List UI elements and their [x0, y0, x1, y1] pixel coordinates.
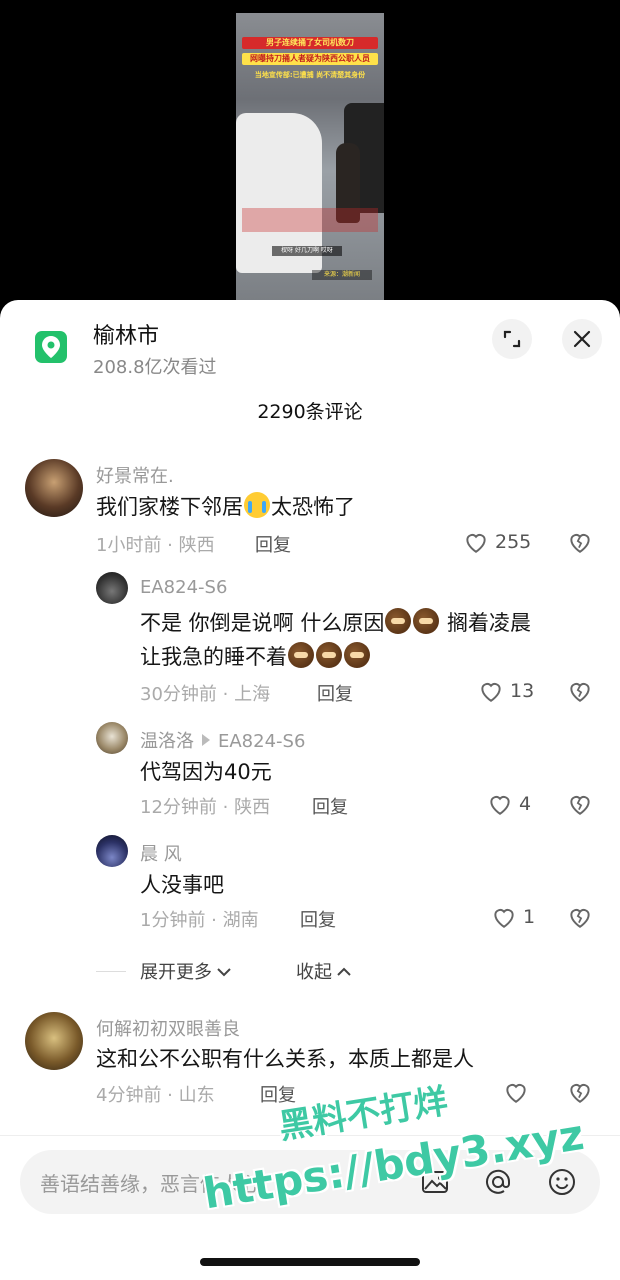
coffee-emoji-icon: [413, 608, 440, 634]
view-count: 208.8亿次看过: [93, 357, 217, 378]
avatar[interactable]: [96, 835, 128, 867]
coffee-emoji-icon: [344, 642, 370, 668]
dislike-button[interactable]: [567, 529, 593, 555]
heart-icon: [466, 534, 486, 553]
comment-text-part: 让我急的睡不着: [140, 645, 287, 669]
video-banner-1: 男子连续捅了女司机数刀: [242, 37, 378, 49]
dislike-button[interactable]: [567, 678, 593, 704]
broken-heart-icon: [570, 909, 590, 928]
chevron-up-icon: [337, 967, 351, 976]
like-button[interactable]: 4: [487, 791, 537, 817]
reply-to-username: EA824-S6: [218, 731, 306, 752]
comment-time-location: 1分钟前 · 湖南: [140, 910, 259, 931]
comment-text[interactable]: 代驾因为40元: [140, 755, 272, 789]
video-caption-band: [242, 208, 378, 232]
expand-more-button[interactable]: 展开更多: [140, 958, 232, 984]
chevron-down-icon: [217, 968, 231, 977]
emoji-icon[interactable]: [547, 1167, 577, 1197]
home-indicator[interactable]: [200, 1258, 420, 1266]
like-button[interactable]: [503, 1079, 533, 1105]
avatar[interactable]: [25, 1012, 83, 1070]
comment-text[interactable]: 这和公不公职有什么关系，本质上都是人: [96, 1042, 474, 1076]
avatar[interactable]: [25, 459, 83, 517]
comment-text[interactable]: 我们家楼下邻居 太恐怖了: [96, 490, 355, 524]
like-button[interactable]: 255: [463, 529, 543, 555]
reply-to-arrow-icon: [202, 734, 210, 746]
coffee-emoji-icon: [316, 642, 342, 668]
comment-text-part: 不是 你倒是说啊 什么原因: [140, 611, 385, 635]
like-button[interactable]: 1: [491, 904, 536, 930]
comment-username[interactable]: 何解初初双眼善良: [96, 1015, 240, 1041]
heart-icon: [506, 1084, 526, 1103]
comment-count: 2290条评论: [257, 401, 363, 423]
collapse-button[interactable]: 收起: [296, 958, 352, 984]
video-thumbnail[interactable]: 男子连续捅了女司机数刀 网曝持刀捅人者疑为陕西公职人员 当地宣传部:已遭捕 尚不…: [236, 13, 384, 300]
comment-text-part: 太恐怖了: [271, 495, 355, 519]
broken-heart-icon: [570, 683, 590, 702]
like-count: 1: [523, 906, 536, 928]
broken-heart-icon: [570, 534, 590, 553]
comment-time-location: 4分钟前 · 山东: [96, 1085, 215, 1106]
heart-icon: [481, 683, 501, 702]
video-banner-3: 当地宣传部:已遭捕 尚不清楚其身份: [254, 71, 366, 79]
dislike-button[interactable]: [567, 1079, 593, 1105]
video-source-label: 来源：潮新闻: [312, 270, 372, 280]
close-icon: [573, 330, 591, 348]
dislike-button[interactable]: [567, 791, 593, 817]
reply-button[interactable]: 回复: [300, 906, 336, 932]
reply-button[interactable]: 回复: [317, 680, 353, 706]
reply-button[interactable]: 回复: [255, 531, 291, 557]
like-count: 4: [519, 793, 532, 815]
expand-more-label: 展开更多: [140, 962, 212, 983]
like-count: 13: [510, 680, 535, 702]
close-button[interactable]: [562, 319, 602, 359]
comment-text[interactable]: 不是 你倒是说啊 什么原因 搁着凌晨: [140, 606, 531, 640]
like-count: 255: [495, 531, 532, 553]
comment-username[interactable]: 好景常在.: [96, 462, 174, 488]
reply-button[interactable]: 回复: [312, 793, 348, 819]
dislike-button[interactable]: [567, 904, 593, 930]
coffee-emoji-icon: [288, 642, 314, 668]
crying-emoji-icon: [244, 492, 270, 518]
thread-divider: [96, 971, 126, 972]
avatar[interactable]: [96, 572, 128, 604]
avatar[interactable]: [96, 722, 128, 754]
heart-icon: [494, 909, 514, 928]
collapse-label: 收起: [296, 962, 332, 983]
like-button[interactable]: 13: [478, 678, 538, 704]
comment-text-line2[interactable]: 让我急的睡不着: [140, 640, 371, 674]
location-pin-icon[interactable]: [35, 331, 67, 363]
video-banner-2: 网曝持刀捅人者疑为陕西公职人员: [242, 53, 378, 65]
video-area[interactable]: 男子连续捅了女司机数刀 网曝持刀捅人者疑为陕西公职人员 当地宣传部:已遭捕 尚不…: [0, 0, 620, 320]
location-title[interactable]: 榆林市: [93, 318, 159, 350]
comment-username[interactable]: 晨 风: [140, 840, 182, 866]
video-subtitle: 杈呀 好几刀啊 哎呀: [272, 246, 342, 256]
comment-text-part: 我们家楼下邻居: [96, 495, 243, 519]
broken-heart-icon: [570, 1084, 590, 1103]
comment-username[interactable]: 温洛洛 EA824-S6: [140, 727, 305, 753]
coffee-emoji-icon: [385, 608, 412, 634]
broken-heart-icon: [570, 796, 590, 815]
expand-button[interactable]: [492, 319, 532, 359]
heart-icon: [490, 796, 510, 815]
expand-icon: [503, 330, 521, 348]
comment-text-part: 搁着凌晨: [440, 611, 532, 635]
comment-time-location: 30分钟前 · 上海: [140, 684, 271, 705]
comment-time-location: 1小时前 · 陕西: [96, 535, 215, 556]
comment-text[interactable]: 人没事吧: [140, 868, 224, 902]
username-text: 温洛洛: [140, 731, 194, 752]
comment-time-location: 12分钟前 · 陕西: [140, 797, 271, 818]
comment-username[interactable]: EA824-S6: [140, 577, 227, 598]
